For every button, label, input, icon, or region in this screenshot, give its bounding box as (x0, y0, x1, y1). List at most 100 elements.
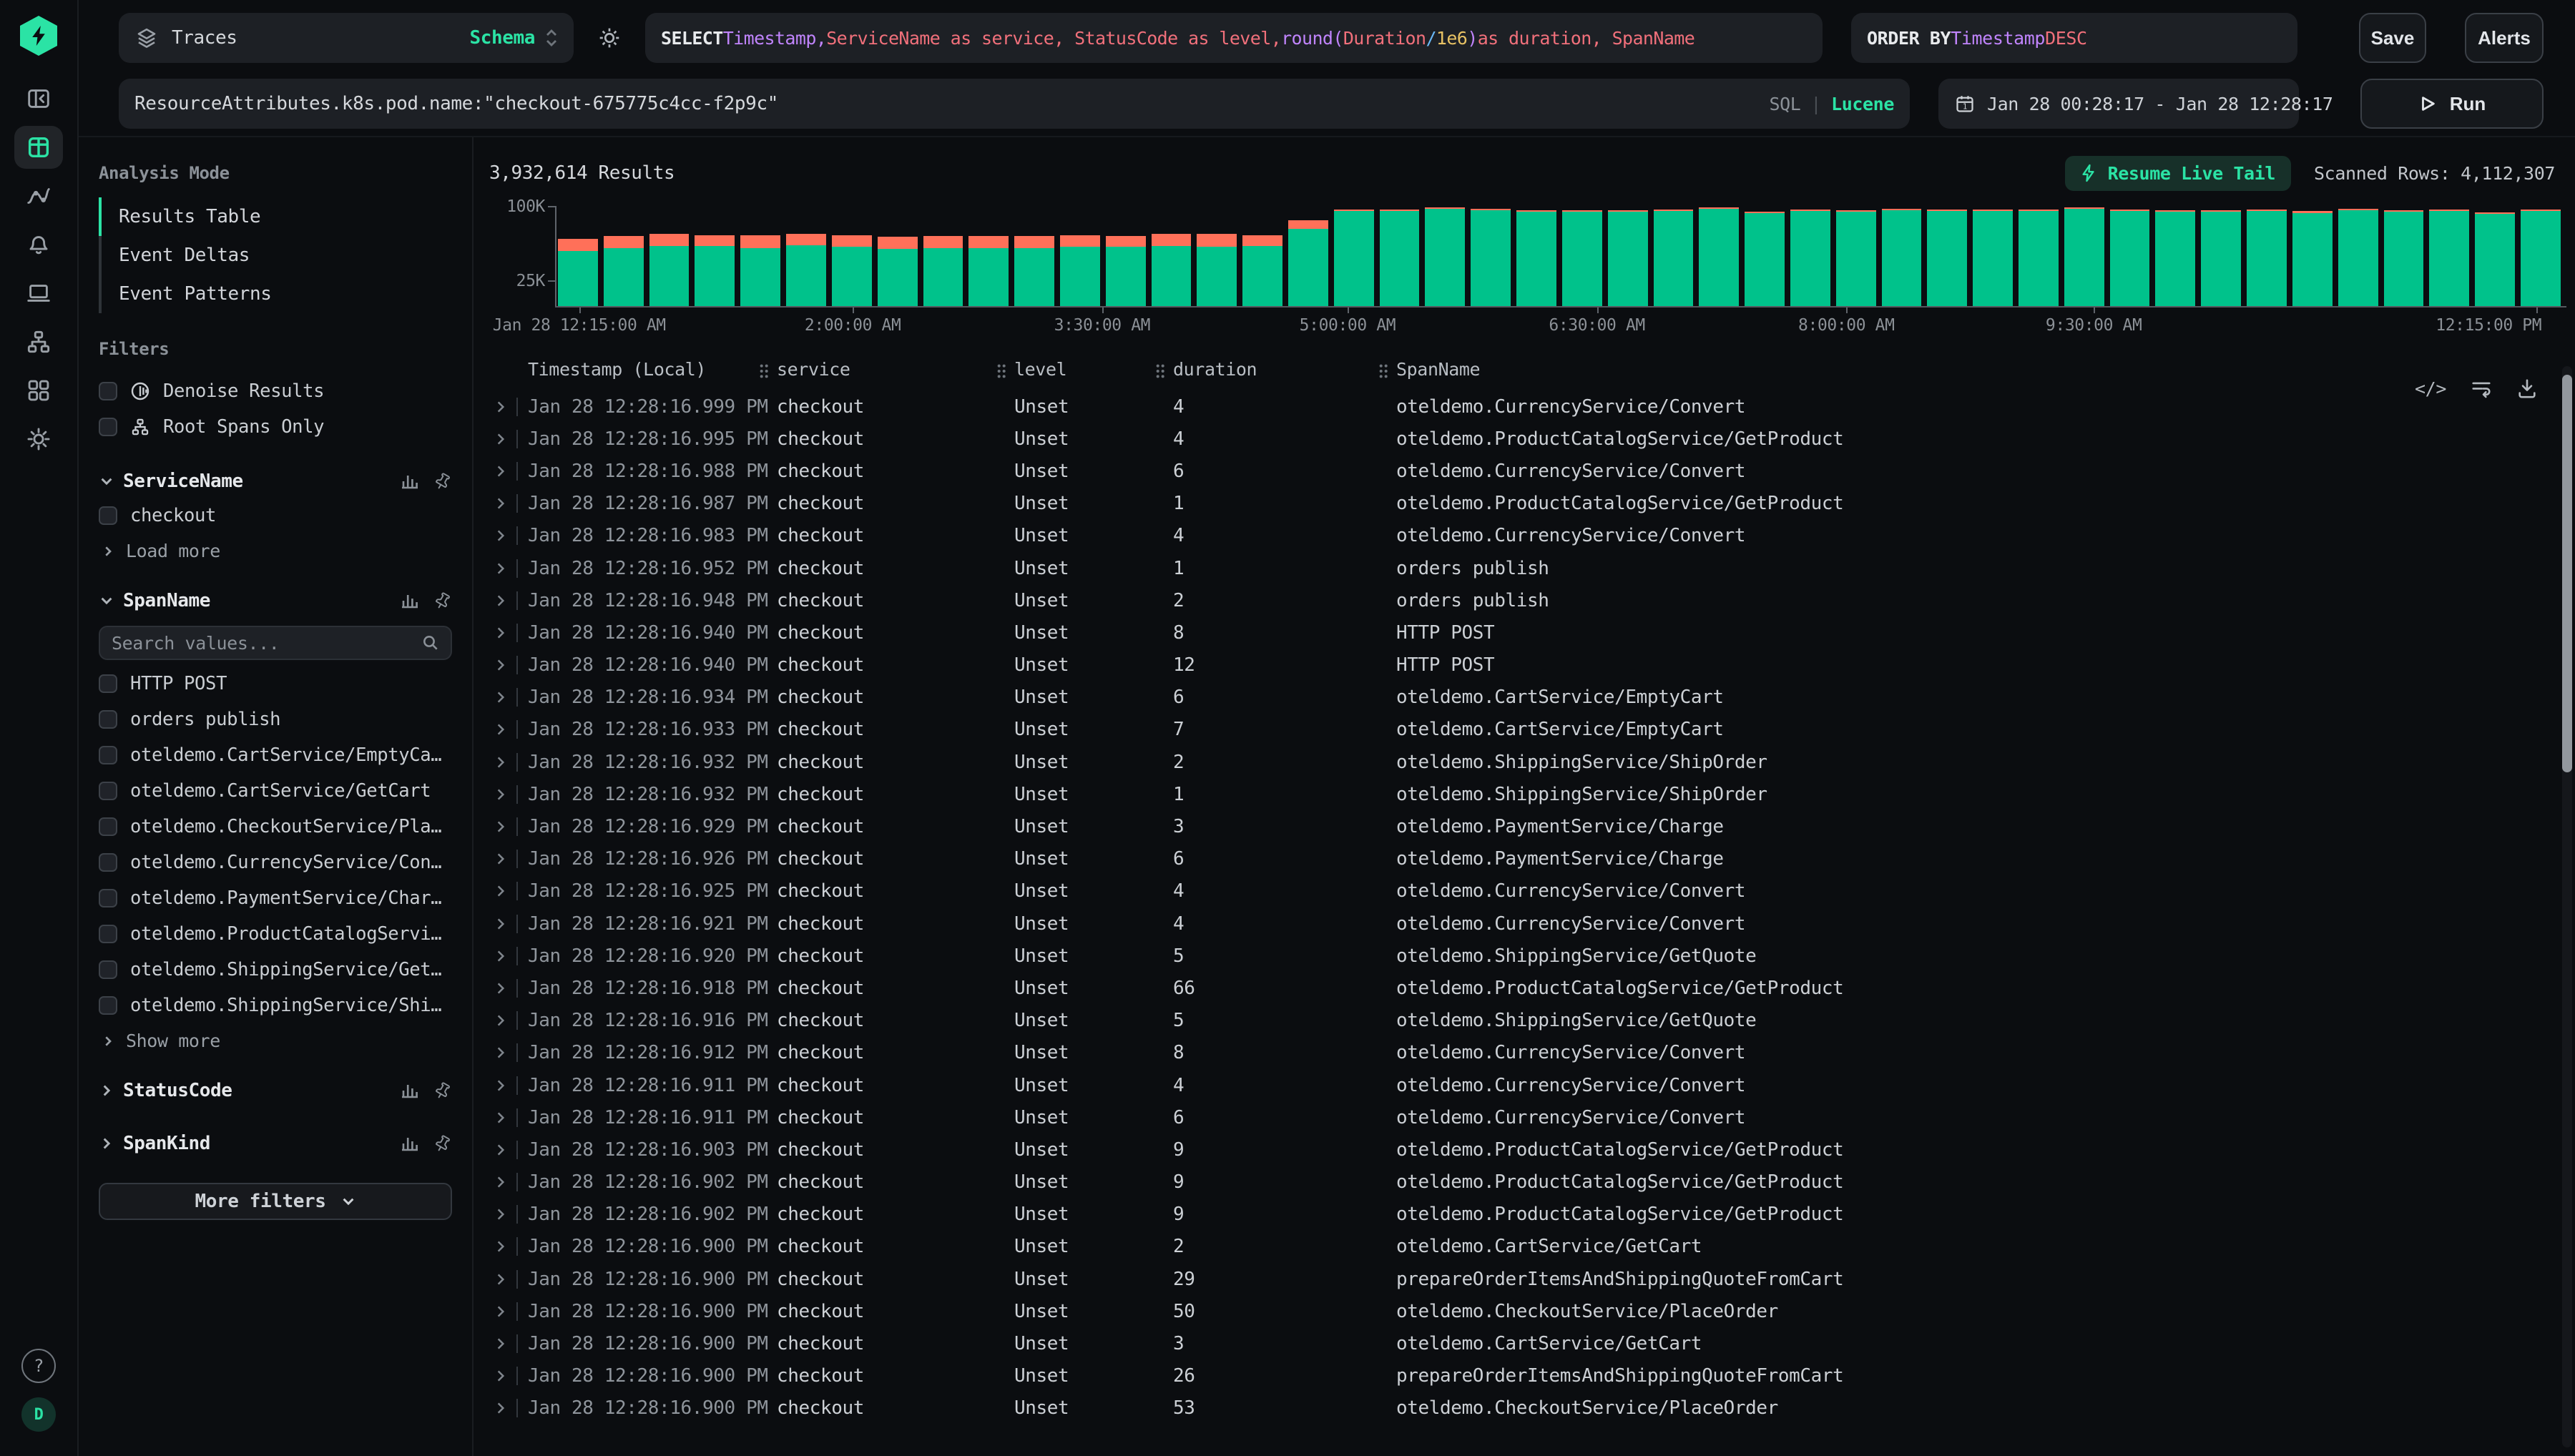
alerts-button[interactable]: Alerts (2465, 13, 2544, 63)
drag-dots-icon[interactable] (996, 363, 1007, 379)
expand-row-chevron-icon[interactable] (494, 1078, 516, 1093)
histogram-bar[interactable] (1425, 207, 1465, 306)
expand-row-chevron-icon[interactable] (494, 884, 516, 898)
checkbox[interactable] (99, 853, 117, 872)
lucene-mode-toggle[interactable]: Lucene (1831, 94, 1894, 114)
more-filters-button[interactable]: More filters (99, 1183, 452, 1220)
table-row[interactable]: Jan 28 12:28:16.900 PMcheckoutUnset26pre… (475, 1360, 2575, 1392)
table-row[interactable]: Jan 28 12:28:16.920 PMcheckoutUnset5otel… (475, 940, 2575, 972)
help-button[interactable]: ? (14, 1344, 63, 1387)
table-row[interactable]: Jan 28 12:28:16.940 PMcheckoutUnset8HTTP… (475, 616, 2575, 649)
filter-value-row[interactable]: oteldemo.ShippingService/Shi… (99, 988, 452, 1023)
histogram-bar[interactable] (1790, 210, 1830, 306)
checkbox[interactable] (99, 817, 117, 836)
column-header-spanname[interactable]: SpanName (1396, 359, 2575, 380)
table-row[interactable]: Jan 28 12:28:16.932 PMcheckoutUnset1otel… (475, 778, 2575, 810)
rail-item-sessions-laptop-icon[interactable] (14, 272, 63, 315)
filter-value-row[interactable]: HTTP POST (99, 666, 452, 702)
expand-row-chevron-icon[interactable] (494, 1175, 516, 1189)
histogram-icon[interactable] (401, 591, 419, 610)
checkbox[interactable] (99, 382, 117, 400)
filter-value-row[interactable]: oteldemo.CheckoutService/Pla… (99, 809, 452, 845)
histogram-bar[interactable] (1562, 210, 1602, 306)
table-row[interactable]: Jan 28 12:28:16.918 PMcheckoutUnset66ote… (475, 972, 2575, 1004)
filter-toggle-row[interactable]: Denoise Results (99, 373, 452, 409)
search-input[interactable]: ResourceAttributes.k8s.pod.name:"checkou… (119, 79, 1910, 129)
expand-row-chevron-icon[interactable] (494, 820, 516, 834)
sql-mode-toggle[interactable]: SQL (1769, 94, 1800, 114)
checkbox[interactable] (99, 674, 117, 693)
checkbox[interactable] (99, 418, 117, 436)
expand-row-chevron-icon[interactable] (494, 690, 516, 704)
histogram-bar[interactable] (2247, 210, 2287, 306)
expand-row-chevron-icon[interactable] (494, 561, 516, 576)
filter-group-more-link[interactable]: Load more (99, 533, 452, 564)
expand-row-chevron-icon[interactable] (494, 626, 516, 640)
column-header-level[interactable]: level (1014, 359, 1173, 380)
table-row[interactable]: Jan 28 12:28:16.902 PMcheckoutUnset9otel… (475, 1166, 2575, 1199)
histogram-bar[interactable] (1882, 209, 1922, 306)
table-row[interactable]: Jan 28 12:28:16.916 PMcheckoutUnset5otel… (475, 1005, 2575, 1037)
table-row[interactable]: Jan 28 12:28:16.988 PMcheckoutUnset6otel… (475, 455, 2575, 487)
expand-row-chevron-icon[interactable] (494, 594, 516, 608)
histogram-bar[interactable] (1242, 235, 1282, 306)
histogram-bar[interactable] (1654, 210, 1694, 306)
checkbox[interactable] (99, 925, 117, 943)
filter-value-row[interactable]: oteldemo.PaymentService/Char… (99, 880, 452, 916)
rail-item-services-hierarchy-icon[interactable] (14, 320, 63, 363)
rail-item-chart-icon[interactable] (14, 174, 63, 217)
drag-dots-icon[interactable] (1378, 363, 1389, 379)
expand-row-chevron-icon[interactable] (494, 1207, 516, 1221)
histogram-bar[interactable] (1471, 209, 1511, 306)
run-button[interactable]: Run (2360, 79, 2544, 129)
histogram-bar[interactable] (1106, 236, 1146, 306)
table-row[interactable]: Jan 28 12:28:16.934 PMcheckoutUnset6otel… (475, 682, 2575, 714)
histogram-bar[interactable] (1014, 236, 1054, 306)
filter-value-row[interactable]: oteldemo.CartService/GetCart (99, 773, 452, 809)
resume-live-tail-button[interactable]: Resume Live Tail (2065, 156, 2291, 191)
histogram-bar[interactable] (2429, 210, 2469, 306)
analysis-mode-item[interactable]: Results Table (99, 197, 452, 236)
table-row[interactable]: Jan 28 12:28:16.912 PMcheckoutUnset8otel… (475, 1037, 2575, 1069)
expand-row-chevron-icon[interactable] (494, 658, 516, 672)
expand-row-chevron-icon[interactable] (494, 949, 516, 963)
histogram-icon[interactable] (401, 1134, 419, 1153)
histogram-bar[interactable] (740, 235, 780, 306)
rail-item-settings-gear-icon[interactable] (14, 418, 63, 461)
expand-row-chevron-icon[interactable] (494, 1013, 516, 1028)
table-row[interactable]: Jan 28 12:28:16.929 PMcheckoutUnset3otel… (475, 810, 2575, 842)
histogram-bar[interactable] (2521, 210, 2561, 306)
pin-icon[interactable] (433, 591, 452, 610)
histogram-bar[interactable] (604, 236, 644, 306)
rail-item-search-table-icon[interactable] (14, 126, 63, 169)
pin-icon[interactable] (433, 472, 452, 491)
histogram-bar[interactable] (1334, 210, 1374, 306)
expand-row-chevron-icon[interactable] (494, 400, 516, 414)
histogram-bar[interactable] (878, 237, 918, 306)
table-row[interactable]: Jan 28 12:28:16.903 PMcheckoutUnset9otel… (475, 1133, 2575, 1166)
checkbox[interactable] (99, 710, 117, 729)
table-row[interactable]: Jan 28 12:28:16.911 PMcheckoutUnset6otel… (475, 1101, 2575, 1133)
checkbox[interactable] (99, 889, 117, 907)
expand-row-chevron-icon[interactable] (494, 1304, 516, 1319)
expand-row-chevron-icon[interactable] (494, 496, 516, 511)
histogram-bar[interactable] (2201, 210, 2241, 306)
filter-value-row[interactable]: oteldemo.ProductCatalogServi… (99, 916, 452, 952)
histogram-bar[interactable] (786, 234, 826, 306)
expand-row-chevron-icon[interactable] (494, 1111, 516, 1125)
histogram-bar[interactable] (2155, 210, 2195, 306)
source-selector[interactable]: Traces Schema (119, 13, 574, 63)
table-row[interactable]: Jan 28 12:28:16.902 PMcheckoutUnset9otel… (475, 1199, 2575, 1231)
expand-row-chevron-icon[interactable] (494, 981, 516, 995)
checkbox[interactable] (99, 996, 117, 1015)
histogram-bar[interactable] (2064, 207, 2104, 306)
expand-row-chevron-icon[interactable] (494, 528, 516, 543)
pin-icon[interactable] (433, 1134, 452, 1153)
table-row[interactable]: Jan 28 12:28:16.933 PMcheckoutUnset7otel… (475, 714, 2575, 746)
histogram-bar[interactable] (2475, 212, 2515, 306)
histogram-bar[interactable] (1699, 207, 1739, 306)
table-row[interactable]: Jan 28 12:28:16.900 PMcheckoutUnset3otel… (475, 1327, 2575, 1359)
table-row[interactable]: Jan 28 12:28:16.940 PMcheckoutUnset12HTT… (475, 649, 2575, 682)
user-avatar[interactable]: D (14, 1393, 63, 1436)
table-row[interactable]: Jan 28 12:28:16.999 PMcheckoutUnset4otel… (475, 390, 2575, 423)
